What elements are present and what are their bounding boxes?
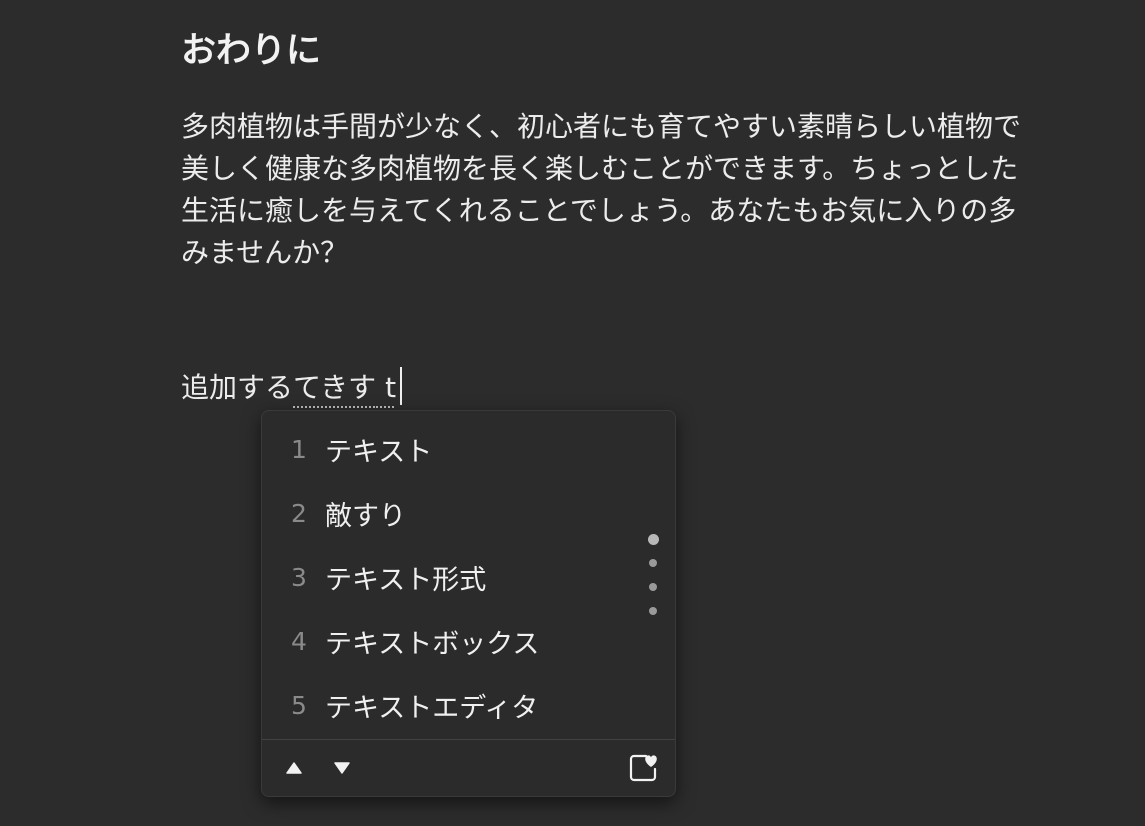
committed-text: 追加する — [181, 371, 294, 404]
triangle-down-icon — [334, 762, 350, 774]
candidate-text: テキストボックス — [325, 628, 540, 660]
candidate-text: テキスト形式 — [325, 564, 487, 596]
page-indicator — [647, 534, 659, 631]
candidate-item[interactable]: 2 敵すり — [262, 481, 675, 545]
candidate-text: テキスト — [325, 436, 433, 468]
candidate-text: 敵すり — [325, 500, 406, 532]
paragraph-line: 美しく健康な多肉植物を長く楽しむことができます。ちょっとした — [181, 152, 1019, 185]
previous-page-button[interactable] — [282, 756, 306, 780]
triangle-up-icon — [286, 762, 302, 774]
candidate-number: 1 — [291, 434, 307, 464]
candidate-number: 3 — [291, 562, 307, 592]
candidate-number: 2 — [291, 498, 307, 528]
text-input-line[interactable]: 追加するてきす t — [181, 365, 403, 411]
candidate-item[interactable]: 4 テキストボックス — [262, 609, 675, 673]
paragraph-line: 多肉植物は手間が少なく、初心者にも育てやすい素晴らしい植物で — [181, 110, 1022, 143]
favorite-heart-icon — [629, 754, 657, 782]
paragraph-line: みませんか？ — [181, 236, 349, 269]
ime-composition-text: てきす t — [293, 371, 397, 404]
candidate-item[interactable]: 3 テキスト形式 — [262, 545, 675, 609]
candidate-item[interactable]: 5 テキストエディタ — [262, 673, 675, 737]
candidate-number: 4 — [291, 626, 307, 656]
favorite-button[interactable] — [628, 753, 658, 783]
candidate-text: テキストエディタ — [325, 692, 539, 724]
paragraph-line: 生活に癒しを与えてくれることでしょう。あなたもお気に入りの多 — [181, 194, 1017, 227]
page-dot — [649, 583, 657, 591]
text-caret — [400, 367, 403, 405]
page-dot — [649, 607, 657, 615]
ime-candidate-window: 1 テキスト 2 敵すり 3 テキスト形式 4 テキストボックス 5 テキストエ… — [261, 410, 676, 797]
next-page-button[interactable] — [330, 756, 354, 780]
page-dot-active — [647, 534, 659, 545]
page-dot — [649, 559, 657, 567]
candidate-number: 5 — [291, 690, 307, 720]
section-heading: おわりに — [181, 31, 322, 71]
candidate-footer — [262, 740, 675, 796]
candidate-item[interactable]: 1 テキスト — [262, 417, 675, 481]
raw-input-text: t — [376, 371, 397, 404]
candidate-list: 1 テキスト 2 敵すり 3 テキスト形式 4 テキストボックス 5 テキストエ… — [262, 417, 675, 737]
body-paragraph: 多肉植物は手間が少なく、初心者にも育てやすい素晴らしい植物で 美しく健康な多肉植… — [181, 106, 1145, 274]
document-editor[interactable]: おわりに 多肉植物は手間が少なく、初心者にも育てやすい素晴らしい植物で 美しく健… — [0, 0, 1145, 826]
